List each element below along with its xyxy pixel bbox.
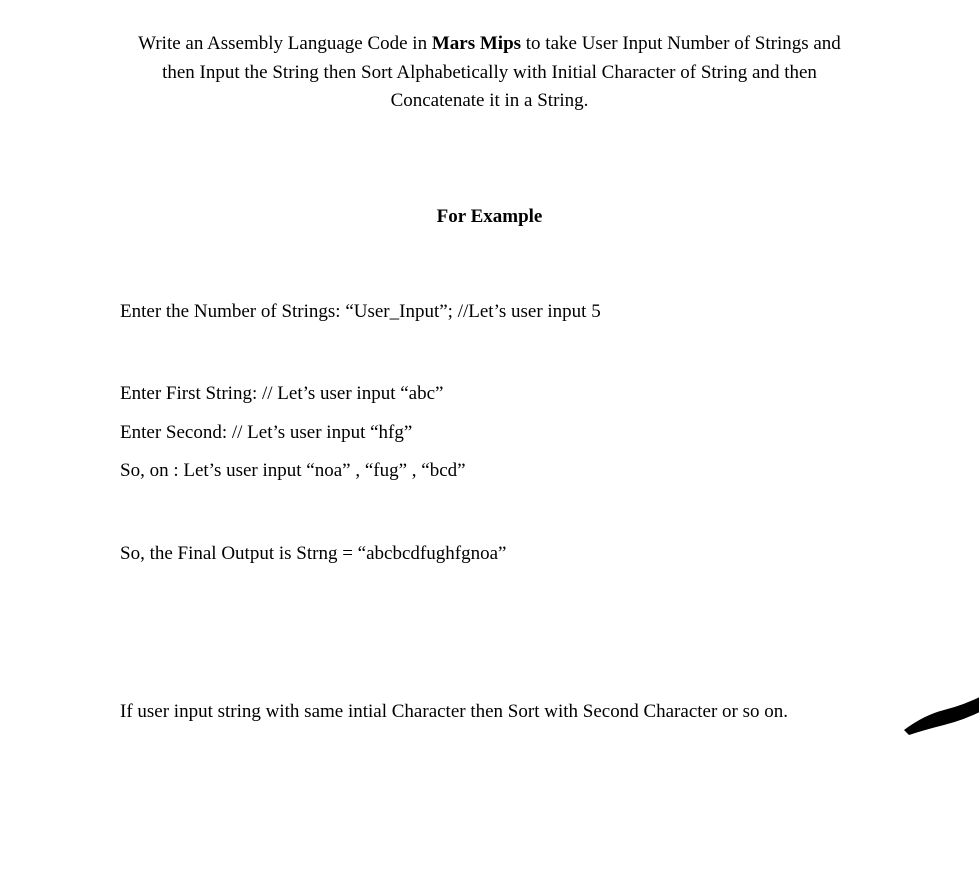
example-output: So, the Final Output is Strng = “abcbcdf… bbox=[120, 540, 859, 569]
example-line-3: Enter Second: // Let’s user input “hfg” bbox=[120, 419, 859, 448]
example-line-1: Enter the Number of Strings: “User_Input… bbox=[120, 298, 859, 327]
problem-statement: Write an Assembly Language Code in Mars … bbox=[120, 30, 859, 116]
header-pre: Write an Assembly Language Code in bbox=[138, 33, 432, 54]
note-line: If user input string with same intial Ch… bbox=[120, 698, 859, 727]
example-line-4: So, on : Let’s user input “noa” , “fug” … bbox=[120, 457, 859, 486]
document-page: Write an Assembly Language Code in Mars … bbox=[0, 0, 979, 727]
for-example-header: For Example bbox=[120, 206, 859, 228]
example-line-2: Enter First String: // Let’s user input … bbox=[120, 380, 859, 409]
pen-mark-decoration bbox=[904, 695, 979, 745]
header-bold: Mars Mips bbox=[432, 33, 521, 54]
